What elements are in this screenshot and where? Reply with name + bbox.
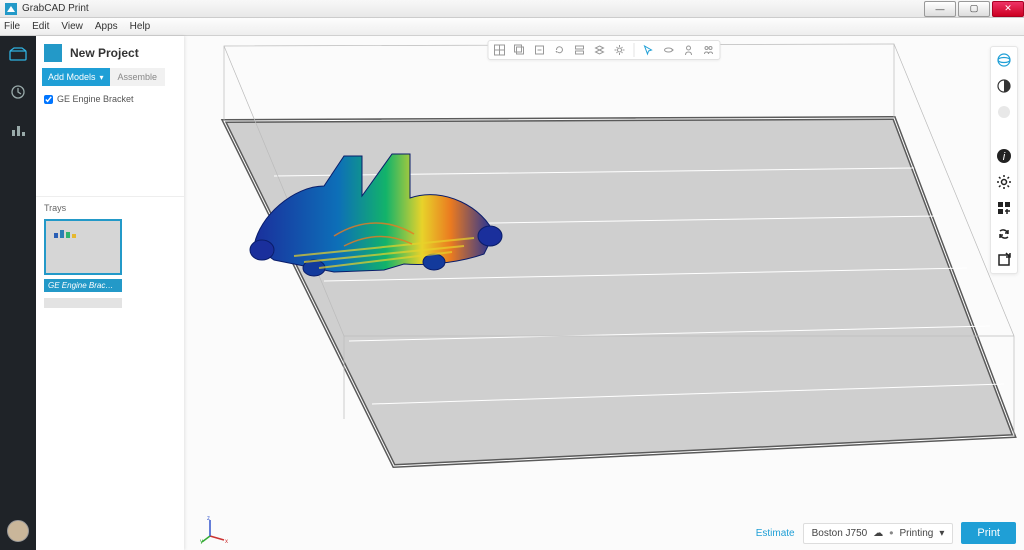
viewport-3d[interactable]: i x y z Estimate Boston J750 ☁ • Printin… [184, 36, 1024, 550]
shade-icon[interactable] [995, 77, 1013, 95]
menu-file[interactable]: File [4, 21, 20, 32]
rail-tray-icon[interactable] [6, 42, 30, 66]
axis-gizmo: x y z [200, 516, 228, 544]
tool-copy-icon[interactable] [513, 43, 527, 57]
tool-group-icon[interactable] [702, 43, 716, 57]
project-title: New Project [70, 46, 139, 60]
project-panel: New Project Add Models ▾ Assemble GE Eng… [36, 36, 184, 550]
menu-edit[interactable]: Edit [32, 21, 49, 32]
add-models-button[interactable]: Add Models ▾ [42, 68, 110, 86]
svg-text:z: z [207, 516, 210, 522]
assemble-button[interactable]: Assemble [110, 68, 166, 86]
display-tools: i [990, 46, 1018, 274]
user-avatar[interactable] [7, 520, 29, 542]
estimate-link[interactable]: Estimate [756, 528, 795, 539]
fullscreen-icon[interactable] [995, 251, 1013, 269]
tool-person-icon[interactable] [682, 43, 696, 57]
svg-text:y: y [200, 539, 203, 544]
minimize-button[interactable]: — [924, 1, 956, 17]
menu-help[interactable]: Help [130, 21, 151, 32]
printer-selector[interactable]: Boston J750 ☁ • Printing ▾ [803, 523, 954, 544]
project-icon [44, 44, 62, 62]
print-button[interactable]: Print [961, 522, 1016, 544]
tool-stack-icon[interactable] [573, 43, 587, 57]
settings-icon[interactable] [995, 173, 1013, 191]
menu-view[interactable]: View [61, 21, 83, 32]
printer-status: Printing [899, 528, 933, 539]
svg-text:x: x [225, 539, 228, 544]
sync-icon[interactable] [995, 225, 1013, 243]
printer-name: Boston J750 [812, 528, 868, 539]
footer-bar: Estimate Boston J750 ☁ • Printing ▾ Prin… [756, 522, 1016, 544]
window-title: GrabCAD Print [22, 3, 89, 14]
tool-gear-icon[interactable] [613, 43, 627, 57]
trays-label: Trays [36, 196, 184, 215]
menu-apps[interactable]: Apps [95, 21, 118, 32]
menu-bar: File Edit View Apps Help [0, 18, 1024, 36]
chevron-down-icon: ▾ [939, 528, 944, 539]
model-checkbox[interactable] [44, 95, 53, 104]
app-icon [4, 2, 18, 16]
rail-stats-icon[interactable] [6, 118, 30, 142]
model-item[interactable]: GE Engine Bracket [44, 94, 176, 104]
tool-refresh-icon[interactable] [553, 43, 567, 57]
sphere-icon[interactable] [995, 103, 1013, 121]
rail-history-icon[interactable] [6, 80, 30, 104]
tool-rotate-icon[interactable] [662, 43, 676, 57]
close-button[interactable]: ✕ [992, 1, 1024, 17]
info-icon[interactable]: i [995, 147, 1013, 165]
arrange-icon[interactable] [995, 199, 1013, 217]
model-item-label: GE Engine Bracket [57, 94, 134, 104]
view-toolbar [488, 40, 721, 60]
tool-grid-icon[interactable] [493, 43, 507, 57]
tray-caption: GE Engine Brac… [44, 279, 122, 292]
tool-select-icon[interactable] [642, 43, 656, 57]
add-tray-placeholder[interactable] [44, 298, 122, 308]
cloud-icon: ☁ [873, 528, 883, 539]
orbit-icon[interactable] [995, 51, 1013, 69]
model-list: GE Engine Bracket [36, 92, 184, 106]
tool-layers-icon[interactable] [593, 43, 607, 57]
tool-clone-icon[interactable] [533, 43, 547, 57]
maximize-button[interactable]: ▢ [958, 1, 990, 17]
tray-thumbnail[interactable] [44, 219, 122, 275]
chevron-down-icon: ▾ [100, 73, 104, 82]
nav-rail [0, 36, 36, 550]
window-titlebar: GrabCAD Print — ▢ ✕ [0, 0, 1024, 18]
